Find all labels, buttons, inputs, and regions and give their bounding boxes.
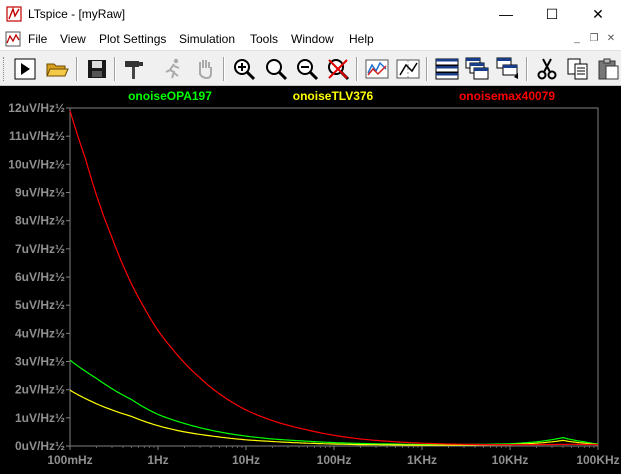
close-button[interactable]: ✕ bbox=[575, 0, 621, 28]
toolbar-separator bbox=[526, 57, 528, 81]
waveform-plot-pane[interactable]: 0uV/Hz½ 1uV/Hz½ 2uV/Hz½ 3uV/Hz½ 4uV/Hz½ 5uV/H… bbox=[0, 86, 621, 474]
x-tick-label: 100KHz bbox=[576, 453, 619, 467]
menu-plot-settings[interactable]: Plot Settings bbox=[99, 32, 166, 46]
y-tick-label: 1uV/Hz½ bbox=[15, 411, 65, 425]
run-icon[interactable] bbox=[12, 56, 38, 82]
zoom-in-icon[interactable] bbox=[231, 56, 257, 82]
y-tick-label: 0uV/Hz½ bbox=[15, 439, 65, 453]
paste-icon[interactable] bbox=[595, 56, 621, 82]
toolbar-separator bbox=[76, 57, 78, 81]
toolbar-separator bbox=[426, 57, 428, 81]
plot-frame bbox=[69, 107, 599, 447]
x-tick-label: 100Hz bbox=[317, 453, 352, 467]
cancel-zoom-icon[interactable] bbox=[325, 56, 351, 82]
y-tick-label: 5uV/Hz½ bbox=[15, 298, 65, 312]
cut-icon[interactable] bbox=[534, 56, 560, 82]
tile-vertical-icon[interactable] bbox=[495, 56, 521, 82]
y-tick-label: 3uV/Hz½ bbox=[15, 355, 65, 369]
menu-simulation[interactable]: Simulation bbox=[179, 32, 235, 46]
x-tick-label: 10KHz bbox=[492, 453, 529, 467]
y-tick-label: 4uV/Hz½ bbox=[15, 326, 65, 340]
cascade-windows-icon[interactable] bbox=[464, 56, 490, 82]
ltspice-app-icon bbox=[6, 6, 22, 22]
trace-label-onoiseOPA197[interactable]: onoiseOPA197 bbox=[128, 89, 212, 103]
copy-icon[interactable] bbox=[565, 56, 591, 82]
tile-horizontal-icon[interactable] bbox=[434, 56, 460, 82]
mdi-restore-button[interactable]: ❐ bbox=[587, 32, 601, 46]
minimize-button[interactable]: — bbox=[483, 0, 529, 28]
toolbar bbox=[0, 50, 621, 86]
waveform-doc-icon[interactable] bbox=[5, 31, 21, 47]
noise-chart[interactable]: 0uV/Hz½ 1uV/Hz½ 2uV/Hz½ 3uV/Hz½ 4uV/Hz½ 5uV/H… bbox=[0, 86, 621, 474]
x-tick-label: 1Hz bbox=[147, 453, 168, 467]
toolbar-grip[interactable] bbox=[3, 57, 6, 81]
hammer-icon[interactable] bbox=[121, 56, 147, 82]
toolbar-separator bbox=[356, 57, 358, 81]
menu-tools[interactable]: Tools bbox=[250, 32, 278, 46]
mdi-minimize-button[interactable]: _ bbox=[570, 32, 584, 46]
x-tick-label: 10Hz bbox=[232, 453, 260, 467]
y-tick-label: 9uV/Hz½ bbox=[15, 186, 65, 200]
y-tick-label: 10uV/Hz½ bbox=[8, 157, 65, 171]
y-tick-label: 8uV/Hz½ bbox=[15, 214, 65, 228]
menu-help[interactable]: Help bbox=[349, 32, 374, 46]
open-folder-icon[interactable] bbox=[44, 56, 70, 82]
zoom-out-icon[interactable] bbox=[294, 56, 320, 82]
save-icon[interactable] bbox=[84, 56, 110, 82]
trace-onoiseTLV376 bbox=[69, 389, 599, 446]
autorange-icon[interactable] bbox=[364, 56, 390, 82]
zoom-fit-icon[interactable] bbox=[263, 56, 289, 82]
halt-hand-icon[interactable] bbox=[192, 56, 218, 82]
title-bar: LTspice - [myRaw] — ☐ ✕ bbox=[0, 0, 621, 28]
menu-window[interactable]: Window bbox=[291, 32, 334, 46]
trace-onoiseOPA197 bbox=[69, 359, 599, 446]
mdi-close-button[interactable]: ✕ bbox=[604, 32, 618, 46]
trace-onoisemax40079 bbox=[69, 110, 598, 446]
x-tick-label: 100mHz bbox=[47, 453, 92, 467]
maximize-button[interactable]: ☐ bbox=[529, 0, 575, 28]
x-tick-label: 1KHz bbox=[407, 453, 437, 467]
menu-view[interactable]: View bbox=[60, 32, 86, 46]
running-man-icon[interactable] bbox=[160, 56, 186, 82]
window-title: LTspice - [myRaw] bbox=[28, 7, 126, 21]
y-tick-label: 2uV/Hz½ bbox=[15, 383, 65, 397]
mark-data-icon[interactable] bbox=[395, 56, 421, 82]
y-tick-label: 7uV/Hz½ bbox=[15, 242, 65, 256]
menu-file[interactable]: File bbox=[28, 32, 47, 46]
toolbar-separator bbox=[114, 57, 116, 81]
menu-bar: File View Plot Settings Simulation Tools… bbox=[0, 28, 621, 50]
trace-label-onoiseTLV376[interactable]: onoiseTLV376 bbox=[293, 89, 374, 103]
toolbar-separator bbox=[223, 57, 225, 81]
y-tick-label: 6uV/Hz½ bbox=[15, 270, 65, 284]
trace-label-onoisemax40079[interactable]: onoisemax40079 bbox=[459, 89, 555, 103]
y-tick-label: 11uV/Hz½ bbox=[9, 129, 65, 143]
y-tick-label: 12uV/Hz½ bbox=[8, 101, 65, 115]
